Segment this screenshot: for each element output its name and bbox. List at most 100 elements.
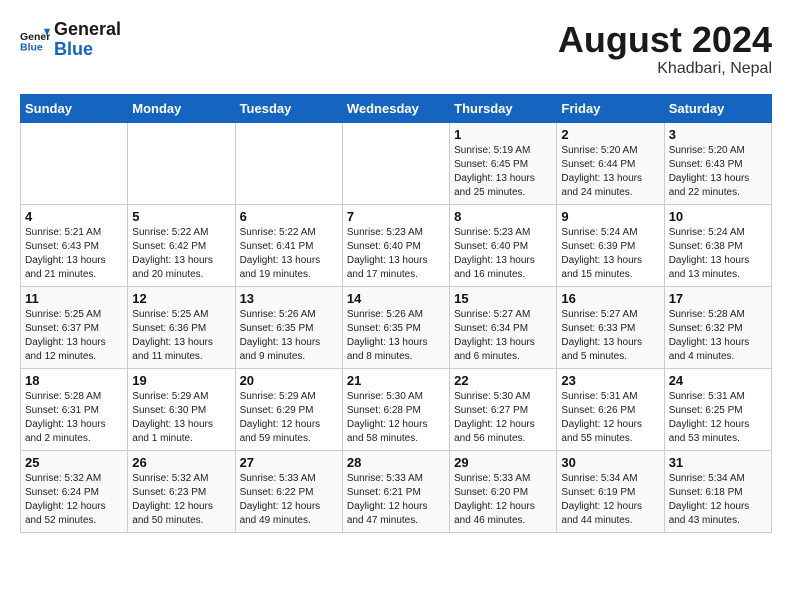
day-info: Sunrise: 5:23 AM Sunset: 6:40 PM Dayligh… [454,226,552,282]
day-info: Sunrise: 5:28 AM Sunset: 6:31 PM Dayligh… [25,390,123,446]
title-area: August 2024 Khadbari, Nepal [558,20,772,78]
day-info: Sunrise: 5:28 AM Sunset: 6:32 PM Dayligh… [669,308,767,364]
day-number: 25 [25,455,123,470]
logo-text-blue: Blue [54,40,121,60]
day-info: Sunrise: 5:26 AM Sunset: 6:35 PM Dayligh… [240,308,338,364]
header-day-wednesday: Wednesday [342,94,449,122]
calendar-cell: 1Sunrise: 5:19 AM Sunset: 6:45 PM Daylig… [450,122,557,204]
day-info: Sunrise: 5:25 AM Sunset: 6:36 PM Dayligh… [132,308,230,364]
calendar-cell: 23 Sunrise: 5:31 AM Sunset: 6:26 PM Dayli… [557,368,664,450]
day-number: 9 [561,209,659,224]
logo-icon: General Blue [20,25,50,55]
day-info: Sunrise: 5:26 AM Sunset: 6:35 PM Dayligh… [347,308,445,364]
day-number: 10 [669,209,767,224]
calendar-cell: 5 Sunrise: 5:22 AM Sunset: 6:42 PM Daylig… [128,204,235,286]
day-info: Sunrise: 5:21 AM Sunset: 6:43 PM Dayligh… [25,226,123,282]
day-number: 30 [561,455,659,470]
day-info: Sunrise: 5:24 AM Sunset: 6:38 PM Dayligh… [669,226,767,282]
day-info: Sunrise: 5:33 AM Sunset: 6:20 PM Dayligh… [454,472,552,528]
header-day-thursday: Thursday [450,94,557,122]
day-info: Sunrise: 5:29 AM Sunset: 6:29 PM Dayligh… [240,390,338,446]
calendar-cell: 2Sunrise: 5:20 AM Sunset: 6:44 PM Daylig… [557,122,664,204]
day-number: 13 [240,291,338,306]
day-number: 20 [240,373,338,388]
day-info: Sunrise: 5:20 AM Sunset: 6:43 PM Dayligh… [669,144,767,200]
week-row-2: 4Sunrise: 5:21 AM Sunset: 6:43 PM Daylig… [21,204,772,286]
location-title: Khadbari, Nepal [558,60,772,78]
day-number: 22 [454,373,552,388]
calendar-cell: 28 Sunrise: 5:33 AM Sunset: 6:21 PM Dayli… [342,450,449,532]
calendar-cell: 19 Sunrise: 5:29 AM Sunset: 6:30 PM Dayli… [128,368,235,450]
calendar-cell: 6 Sunrise: 5:22 AM Sunset: 6:41 PM Daylig… [235,204,342,286]
logo-text-general: General [54,20,121,40]
day-info: Sunrise: 5:32 AM Sunset: 6:23 PM Dayligh… [132,472,230,528]
day-number: 31 [669,455,767,470]
day-number: 19 [132,373,230,388]
day-number: 12 [132,291,230,306]
day-number: 6 [240,209,338,224]
day-info: Sunrise: 5:31 AM Sunset: 6:25 PM Dayligh… [669,390,767,446]
calendar-cell: 7 Sunrise: 5:23 AM Sunset: 6:40 PM Daylig… [342,204,449,286]
day-number: 7 [347,209,445,224]
day-number: 14 [347,291,445,306]
day-number: 17 [669,291,767,306]
week-row-3: 11 Sunrise: 5:25 AM Sunset: 6:37 PM Dayli… [21,286,772,368]
day-number: 8 [454,209,552,224]
calendar-cell: 3Sunrise: 5:20 AM Sunset: 6:43 PM Daylig… [664,122,771,204]
calendar-cell [21,122,128,204]
day-number: 18 [25,373,123,388]
day-info: Sunrise: 5:23 AM Sunset: 6:40 PM Dayligh… [347,226,445,282]
day-number: 28 [347,455,445,470]
day-info: Sunrise: 5:31 AM Sunset: 6:26 PM Dayligh… [561,390,659,446]
calendar-cell: 30 Sunrise: 5:34 AM Sunset: 6:19 PM Dayli… [557,450,664,532]
calendar-cell: 12 Sunrise: 5:25 AM Sunset: 6:36 PM Dayli… [128,286,235,368]
day-info: Sunrise: 5:24 AM Sunset: 6:39 PM Dayligh… [561,226,659,282]
day-info: Sunrise: 5:33 AM Sunset: 6:21 PM Dayligh… [347,472,445,528]
day-info: Sunrise: 5:27 AM Sunset: 6:34 PM Dayligh… [454,308,552,364]
day-info: Sunrise: 5:22 AM Sunset: 6:42 PM Dayligh… [132,226,230,282]
header-day-saturday: Saturday [664,94,771,122]
day-info: Sunrise: 5:32 AM Sunset: 6:24 PM Dayligh… [25,472,123,528]
month-title: August 2024 [558,20,772,60]
header-day-sunday: Sunday [21,94,128,122]
calendar-cell: 21Sunrise: 5:30 AM Sunset: 6:28 PM Dayli… [342,368,449,450]
calendar-cell: 27Sunrise: 5:33 AM Sunset: 6:22 PM Dayli… [235,450,342,532]
logo: General Blue General Blue [20,20,121,60]
calendar-cell: 24 Sunrise: 5:31 AM Sunset: 6:25 PM Dayli… [664,368,771,450]
day-info: Sunrise: 5:34 AM Sunset: 6:19 PM Dayligh… [561,472,659,528]
day-number: 11 [25,291,123,306]
day-number: 15 [454,291,552,306]
day-info: Sunrise: 5:22 AM Sunset: 6:41 PM Dayligh… [240,226,338,282]
day-number: 23 [561,373,659,388]
calendar-cell: 22 Sunrise: 5:30 AM Sunset: 6:27 PM Dayli… [450,368,557,450]
calendar-cell: 9 Sunrise: 5:24 AM Sunset: 6:39 PM Daylig… [557,204,664,286]
day-number: 16 [561,291,659,306]
calendar-cell: 15 Sunrise: 5:27 AM Sunset: 6:34 PM Dayli… [450,286,557,368]
calendar-cell: 8 Sunrise: 5:23 AM Sunset: 6:40 PM Daylig… [450,204,557,286]
page-header: General Blue General Blue August 2024 Kh… [20,20,772,78]
day-number: 29 [454,455,552,470]
calendar-cell [128,122,235,204]
svg-text:Blue: Blue [20,41,43,53]
header-day-monday: Monday [128,94,235,122]
day-info: Sunrise: 5:30 AM Sunset: 6:27 PM Dayligh… [454,390,552,446]
calendar-cell [235,122,342,204]
calendar-cell: 18 Sunrise: 5:28 AM Sunset: 6:31 PM Dayli… [21,368,128,450]
calendar-cell [342,122,449,204]
calendar-cell: 17 Sunrise: 5:28 AM Sunset: 6:32 PM Dayli… [664,286,771,368]
calendar-cell: 31Sunrise: 5:34 AM Sunset: 6:18 PM Dayli… [664,450,771,532]
day-info: Sunrise: 5:33 AM Sunset: 6:22 PM Dayligh… [240,472,338,528]
calendar-cell: 29 Sunrise: 5:33 AM Sunset: 6:20 PM Dayli… [450,450,557,532]
day-number: 2 [561,127,659,142]
day-info: Sunrise: 5:30 AM Sunset: 6:28 PM Dayligh… [347,390,445,446]
day-info: Sunrise: 5:27 AM Sunset: 6:33 PM Dayligh… [561,308,659,364]
day-info: Sunrise: 5:29 AM Sunset: 6:30 PM Dayligh… [132,390,230,446]
day-info: Sunrise: 5:25 AM Sunset: 6:37 PM Dayligh… [25,308,123,364]
day-number: 24 [669,373,767,388]
day-number: 5 [132,209,230,224]
calendar-cell: 11 Sunrise: 5:25 AM Sunset: 6:37 PM Dayli… [21,286,128,368]
calendar-cell: 14 Sunrise: 5:26 AM Sunset: 6:35 PM Dayli… [342,286,449,368]
calendar-cell: 4Sunrise: 5:21 AM Sunset: 6:43 PM Daylig… [21,204,128,286]
header-day-tuesday: Tuesday [235,94,342,122]
header-row: SundayMondayTuesdayWednesdayThursdayFrid… [21,94,772,122]
